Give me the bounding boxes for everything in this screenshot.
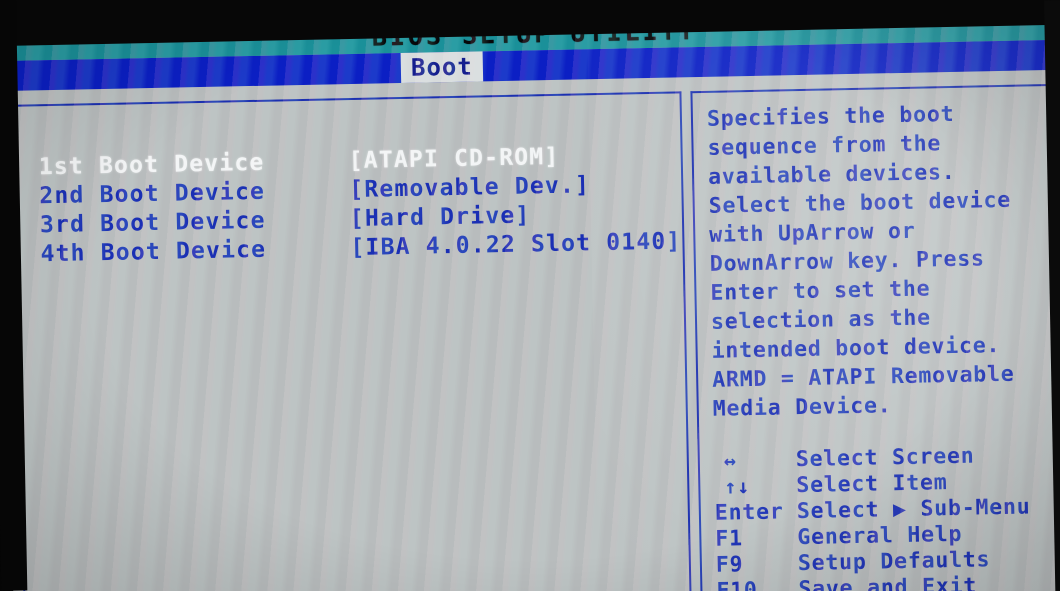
legend-key-icon: ↑↓ — [724, 474, 751, 499]
boot-device-label: 3rd Boot Device — [39, 207, 266, 238]
body-area: 1st Boot Device [ATAPI CD-ROM] 2nd Boot De… — [3, 83, 1060, 591]
tab-boot[interactable]: Boot — [400, 51, 484, 83]
bios-screen: BIOS SETUP UTILITY Boot 1st Boot Device[… — [2, 6, 1060, 591]
boot-device-value[interactable]: [Removable Dev.] — [349, 172, 590, 203]
legend-description: Select Item — [796, 469, 948, 498]
help-description: Specifies the boot sequence from the avail… — [692, 86, 1060, 424]
help-panel: Specifies the boot sequence from the avail… — [690, 83, 1060, 591]
boot-settings-panel: 1st Boot Device [ATAPI CD-ROM] 2nd Boot De… — [13, 91, 693, 591]
legend-key-label: F1 — [715, 525, 744, 552]
legend-key-icon: ↔ — [723, 448, 737, 473]
legend-key-label: F9 — [715, 551, 744, 578]
boot-device-list: 1st Boot Device [ATAPI CD-ROM] 2nd Boot De… — [39, 139, 705, 268]
help-text-line: Media Device. — [712, 393, 892, 422]
boot-device-label: 4th Boot Device — [40, 236, 267, 267]
boot-device-value[interactable]: [Hard Drive] — [350, 202, 531, 232]
boot-device-label: 2nd Boot Device — [39, 178, 266, 209]
boot-device-value[interactable]: [IBA 4.0.22 Slot 0140] — [350, 228, 682, 261]
key-legend: ↔ Select Screen ↑↓ Select Item Enter Select ▶… — [700, 441, 1060, 591]
legend-description: Select Screen — [795, 443, 975, 472]
legend-description: General Help — [797, 521, 963, 550]
boot-device-label: 1st Boot Device — [38, 149, 265, 180]
monitor-photo: BIOS SETUP UTILITY Boot 1st Boot Device[… — [0, 0, 1060, 591]
boot-device-value[interactable]: [ATAPI CD-ROM] — [348, 143, 559, 173]
legend-description: Select ▶ Sub-Menu — [796, 493, 1031, 524]
legend-key-label: Enter — [714, 498, 784, 526]
legend-description: Setup Defaults — [797, 546, 991, 576]
legend-key-label: F10 — [716, 577, 758, 591]
